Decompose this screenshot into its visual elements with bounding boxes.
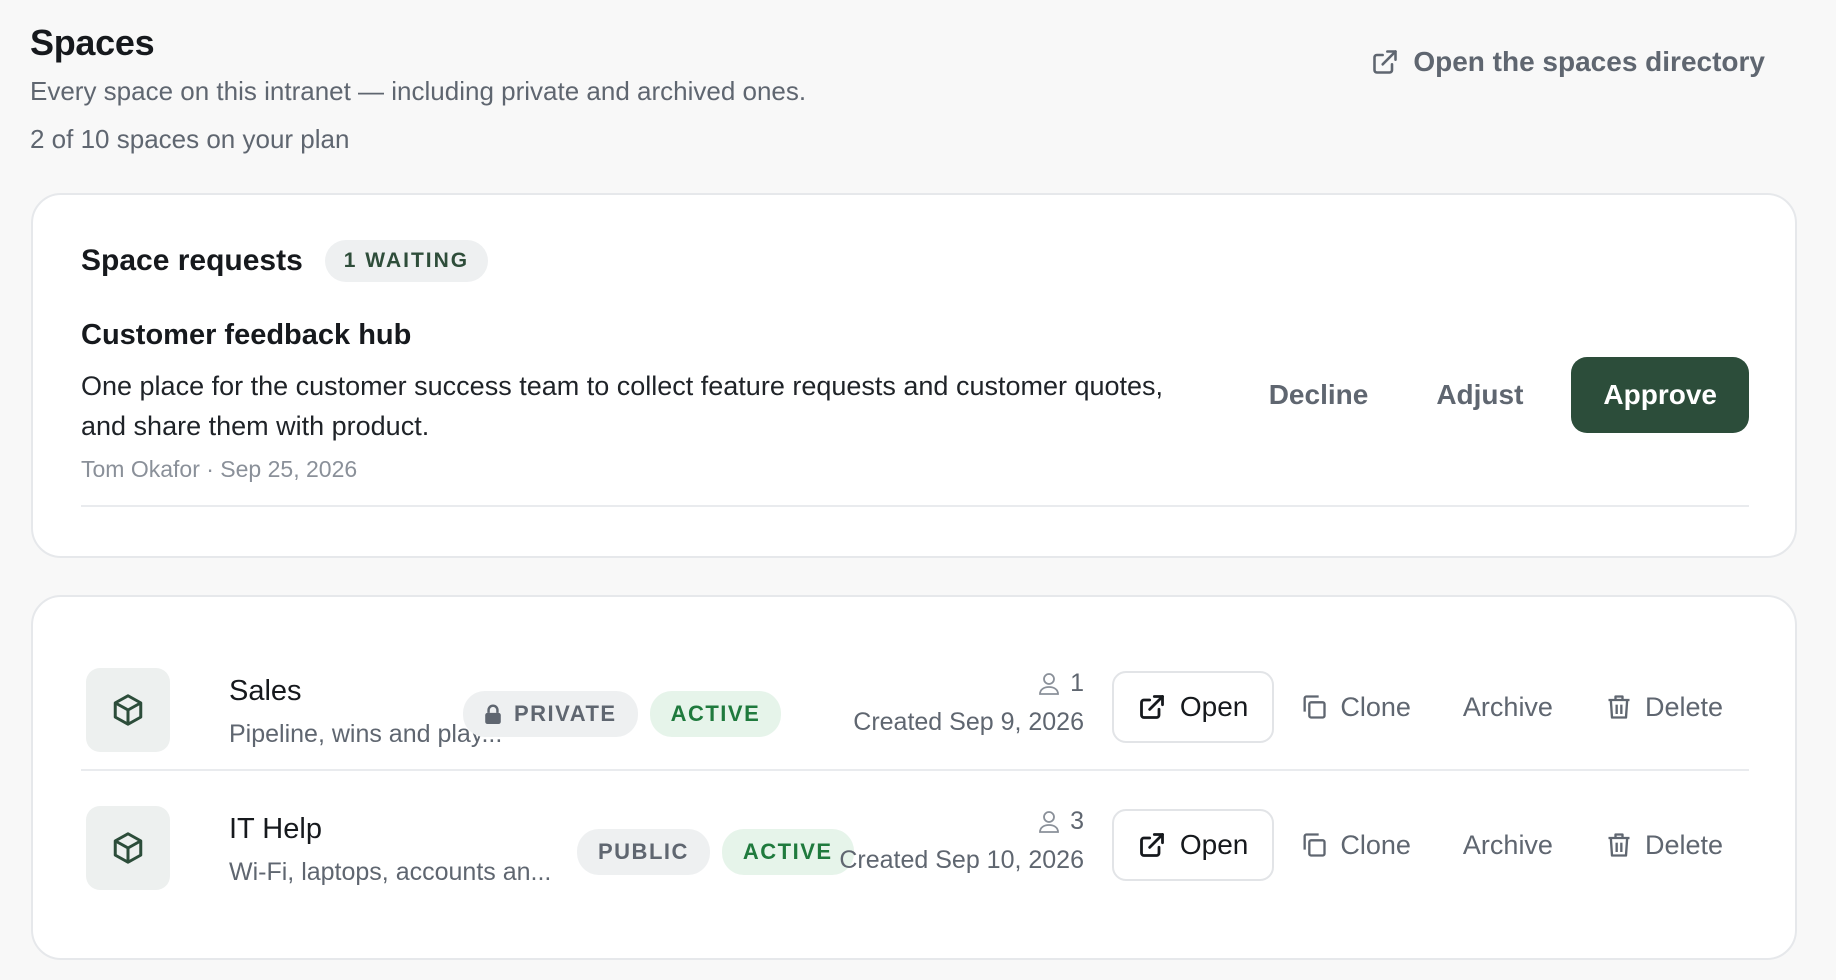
space-description: Pipeline, wins and play... [229, 720, 503, 748]
archive-space-button[interactable]: Archive [1437, 812, 1579, 879]
copy-icon [1303, 695, 1327, 719]
archive-space-button[interactable]: Archive [1437, 674, 1579, 741]
page-subtitle: Every space on this intranet — including… [30, 76, 807, 106]
request-actions: Decline Adjust Approve [1235, 357, 1749, 433]
visibility-label: PRIVATE [514, 701, 617, 726]
cube-icon [113, 832, 143, 864]
archive-label: Archive [1462, 829, 1553, 860]
created-date: Created Sep 10, 2026 [839, 846, 1084, 874]
member-count-value: 3 [1070, 807, 1084, 835]
space-requests-title: Space requests [81, 244, 303, 277]
delete-label: Delete [1644, 829, 1723, 860]
status-badge: ACTIVE [721, 829, 854, 875]
space-actions: Open Clone Archive Delete [1111, 809, 1749, 881]
open-directory-label: Open the spaces directory [1413, 46, 1765, 77]
approve-button[interactable]: Approve [1571, 357, 1749, 433]
page-header: Spaces Every space on this intranet — in… [30, 22, 1800, 162]
request-description: One place for the customer success team … [81, 371, 1164, 441]
space-description: Wi-Fi, laptops, accounts an... [229, 858, 552, 886]
external-link-icon [1139, 695, 1164, 719]
user-icon [1039, 672, 1059, 695]
space-avatar [86, 806, 170, 890]
space-text: Sales Pipeline, wins and play... [229, 675, 502, 749]
space-row: Sales Pipeline, wins and play... PRIVATE… [81, 633, 1749, 771]
delete-label: Delete [1644, 691, 1723, 722]
trash-icon [1608, 695, 1630, 719]
space-request-item: Customer feedback hub One place for the … [81, 319, 1749, 507]
adjust-button[interactable]: Adjust [1402, 361, 1557, 429]
created-date: Created Sep 9, 2026 [853, 708, 1084, 736]
plan-usage: 2 of 10 spaces on your plan [30, 124, 350, 154]
open-space-button[interactable]: Open [1111, 671, 1275, 743]
space-name: IT Help [229, 813, 322, 845]
delete-space-button[interactable]: Delete [1579, 812, 1749, 879]
external-link-icon [1373, 50, 1398, 74]
space-requests-header: Space requests 1 WAITING [81, 240, 489, 282]
space-row: IT Help Wi-Fi, laptops, accounts an... P… [81, 771, 1749, 909]
space-text: IT Help Wi-Fi, laptops, accounts an... [229, 813, 551, 887]
clone-space-button[interactable]: Clone [1274, 812, 1437, 879]
space-requests-card: Space requests 1 WAITING Customer feedba… [31, 193, 1797, 558]
space-avatar [86, 668, 170, 752]
member-count-value: 1 [1070, 669, 1084, 697]
decline-button[interactable]: Decline [1235, 361, 1403, 429]
clone-space-button[interactable]: Clone [1274, 674, 1437, 741]
user-icon [1039, 810, 1059, 833]
lock-icon [485, 704, 501, 724]
space-badges: PRIVATE ACTIVE [463, 691, 782, 737]
space-badges: PUBLIC ACTIVE [577, 829, 854, 875]
external-link-icon [1139, 833, 1164, 857]
spaces-list-card: Sales Pipeline, wins and play... PRIVATE… [31, 595, 1797, 960]
space-name: Sales [229, 675, 302, 707]
request-meta: Tom Okafor · Sep 25, 2026 [81, 456, 358, 482]
clone-label: Clone [1340, 829, 1411, 860]
visibility-badge: PUBLIC [577, 829, 710, 875]
archive-label: Archive [1462, 691, 1553, 722]
open-label: Open [1179, 829, 1249, 860]
trash-icon [1608, 833, 1630, 857]
space-meta: 1 Created Sep 9, 2026 [853, 669, 1084, 737]
waiting-count-badge: 1 WAITING [324, 240, 489, 282]
delete-space-button[interactable]: Delete [1579, 674, 1749, 741]
clone-label: Clone [1340, 691, 1411, 722]
status-badge: ACTIVE [649, 691, 782, 737]
copy-icon [1303, 833, 1327, 857]
visibility-badge: PRIVATE [463, 691, 638, 737]
member-count: 3 [839, 807, 1084, 836]
open-label: Open [1179, 691, 1249, 722]
cube-icon [113, 694, 143, 726]
request-name: Customer feedback hub [81, 319, 412, 351]
open-directory-link[interactable]: Open the spaces directory [1371, 46, 1765, 78]
member-count: 1 [853, 669, 1084, 698]
space-meta: 3 Created Sep 10, 2026 [839, 807, 1084, 875]
open-space-button[interactable]: Open [1111, 809, 1275, 881]
space-actions: Open Clone Archive Delete [1111, 671, 1749, 743]
